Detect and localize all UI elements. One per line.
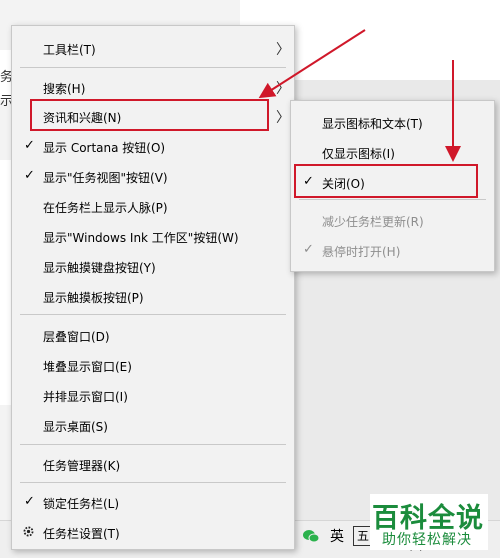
watermark-slogan: 助你轻松解决 <box>382 532 472 548</box>
arrow-to-news-item <box>258 29 366 99</box>
annotation-arrows <box>258 29 461 162</box>
